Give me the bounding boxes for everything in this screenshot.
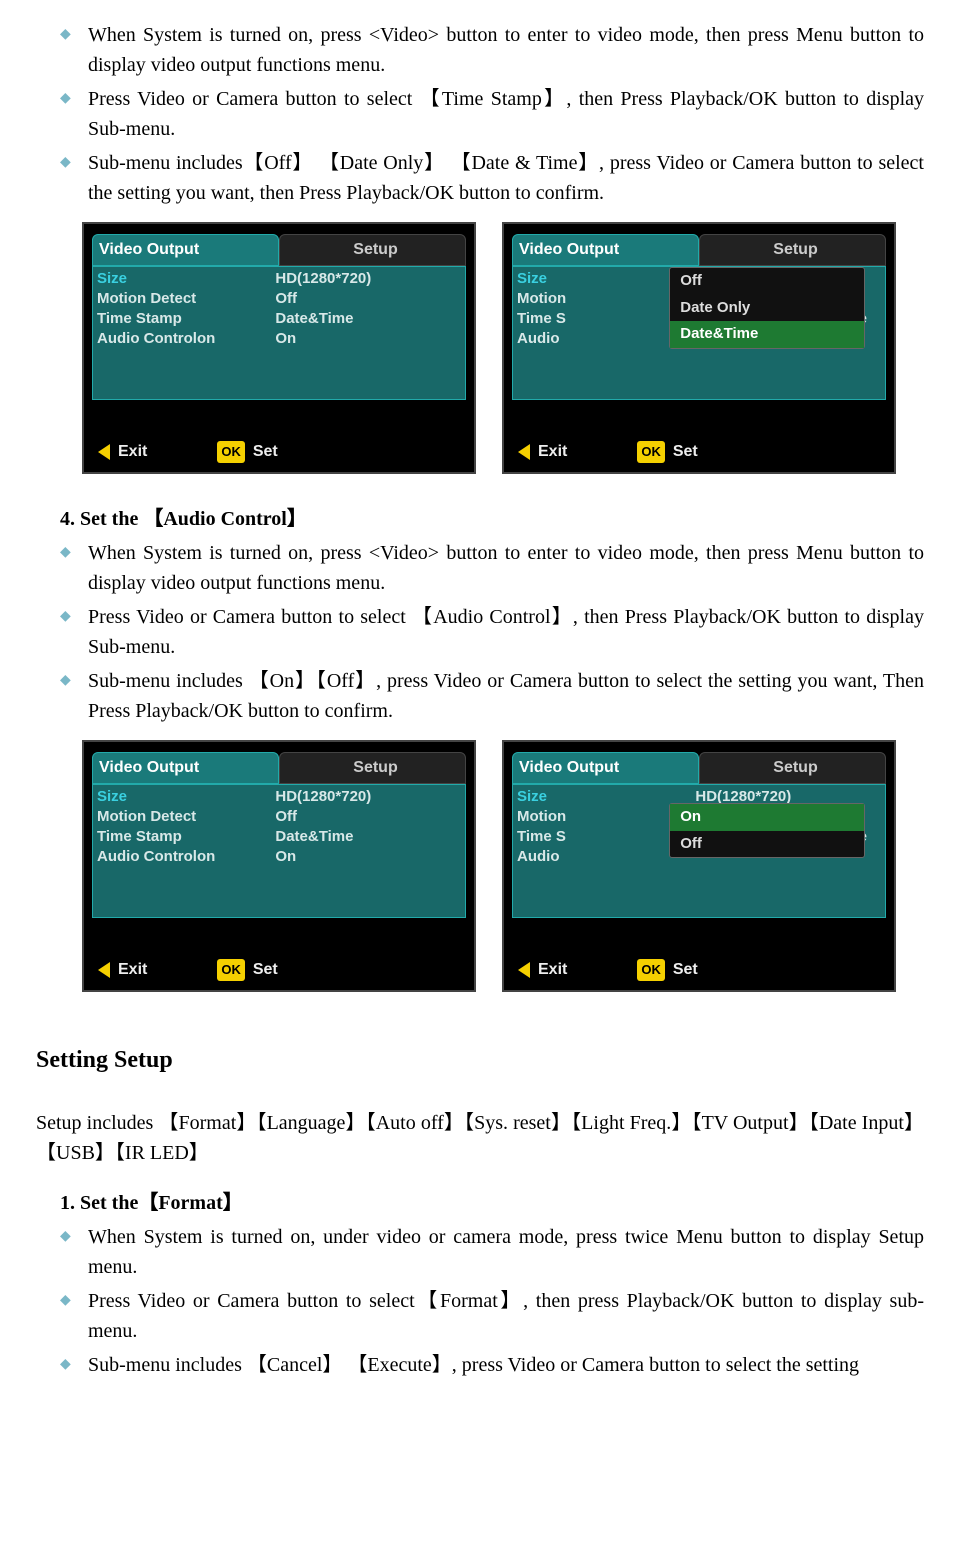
submenu-popup: Off Date Only Date&Time	[669, 267, 864, 349]
arrow-left-icon	[518, 444, 530, 460]
exit-button[interactable]: Exit	[518, 440, 567, 464]
tab-setup[interactable]: Setup	[279, 752, 466, 784]
menu-row-audio[interactable]: Audio ControlonOn	[97, 847, 461, 867]
menu-content: SizeHD(1280*720) Motion DetectOff Time S…	[92, 266, 466, 400]
bullet-list-timestamp: When System is turned on, press <Video> …	[36, 20, 924, 208]
popup-option-date-time[interactable]: Date&Time	[670, 321, 863, 348]
bullet-item: When System is turned on, press <Video> …	[60, 20, 924, 80]
tab-video-output[interactable]: Video Output	[512, 234, 699, 266]
device-screen-left: Video Output Setup SizeHD(1280*720) Moti…	[82, 740, 476, 992]
menu-row-size[interactable]: SizeHD(1280*720)	[97, 269, 461, 289]
arrow-left-icon	[98, 444, 110, 460]
popup-option-off[interactable]: Off	[670, 268, 863, 295]
ok-icon: OK	[217, 441, 245, 463]
screenshot-row-audio: Video Output Setup SizeHD(1280*720) Moti…	[82, 740, 924, 992]
bullet-list-format: When System is turned on, under video or…	[36, 1222, 924, 1380]
arrow-left-icon	[518, 962, 530, 978]
tab-setup[interactable]: Setup	[279, 234, 466, 266]
bullet-item: Press Video or Camera button to select【F…	[60, 1286, 924, 1346]
menu-row-timestamp[interactable]: Time StampDate&Time	[97, 827, 461, 847]
bullet-list-audio: When System is turned on, press <Video> …	[36, 538, 924, 726]
bullet-item: When System is turned on, press <Video> …	[60, 538, 924, 598]
bullet-item: Press Video or Camera button to select 【…	[60, 602, 924, 662]
heading-setting-setup: Setting Setup	[36, 1042, 924, 1078]
bullet-item: When System is turned on, under video or…	[60, 1222, 924, 1282]
tab-setup[interactable]: Setup	[699, 234, 886, 266]
device-screen-left: Video Output Setup SizeHD(1280*720) Moti…	[82, 222, 476, 474]
setup-intro: Setup includes 【Format】【Language】【Auto o…	[36, 1108, 924, 1168]
submenu-popup: On Off	[669, 803, 864, 858]
tab-setup[interactable]: Setup	[699, 752, 886, 784]
screenshot-row-timestamp: Video Output Setup SizeHD(1280*720) Moti…	[82, 222, 924, 474]
menu-content: SizeHD(1280*720) Motion DetectOff Time S…	[92, 784, 466, 918]
ok-set-button[interactable]: OKSet	[217, 440, 277, 464]
exit-button[interactable]: Exit	[98, 958, 147, 982]
arrow-left-icon	[98, 962, 110, 978]
popup-option-date-only[interactable]: Date Only	[670, 295, 863, 322]
menu-row-motion[interactable]: Motion DetectOff	[97, 807, 461, 827]
exit-button[interactable]: Exit	[518, 958, 567, 982]
menu-row-timestamp[interactable]: Time StampDate&Time	[97, 309, 461, 329]
menu-content: SizeHD(1280*720) Motion Time Sne Audio O…	[512, 784, 886, 918]
menu-row-motion[interactable]: Motion DetectOff	[97, 289, 461, 309]
ok-icon: OK	[637, 959, 665, 981]
device-screen-right: Video Output Setup SizeHD(1280*720) Moti…	[502, 740, 896, 992]
ok-set-button[interactable]: OKSet	[217, 958, 277, 982]
section-title-format: 1. Set the【Format】	[36, 1188, 924, 1218]
menu-row-audio[interactable]: Audio ControlonOn	[97, 329, 461, 349]
ok-icon: OK	[217, 959, 245, 981]
tab-video-output[interactable]: Video Output	[512, 752, 699, 784]
menu-content: SizeHD(1280*720) Motion Time Sne Audio O…	[512, 266, 886, 400]
ok-icon: OK	[637, 441, 665, 463]
exit-button[interactable]: Exit	[98, 440, 147, 464]
bullet-item: Press Video or Camera button to select 【…	[60, 84, 924, 144]
bullet-item: Sub-menu includes 【On】【Off】, press Video…	[60, 666, 924, 726]
device-screen-right: Video Output Setup SizeHD(1280*720) Moti…	[502, 222, 896, 474]
popup-option-on[interactable]: On	[670, 804, 863, 831]
bullet-item: Sub-menu includes【Off】 【Date Only】 【Date…	[60, 148, 924, 208]
tab-video-output[interactable]: Video Output	[92, 752, 279, 784]
section-title-audio-control: 4. Set the 【Audio Control】	[36, 504, 924, 534]
ok-set-button[interactable]: OKSet	[637, 958, 697, 982]
bullet-item: Sub-menu includes 【Cancel】 【Execute】, pr…	[60, 1350, 924, 1380]
popup-option-off[interactable]: Off	[670, 831, 863, 858]
menu-row-size[interactable]: SizeHD(1280*720)	[97, 787, 461, 807]
ok-set-button[interactable]: OKSet	[637, 440, 697, 464]
tab-video-output[interactable]: Video Output	[92, 234, 279, 266]
